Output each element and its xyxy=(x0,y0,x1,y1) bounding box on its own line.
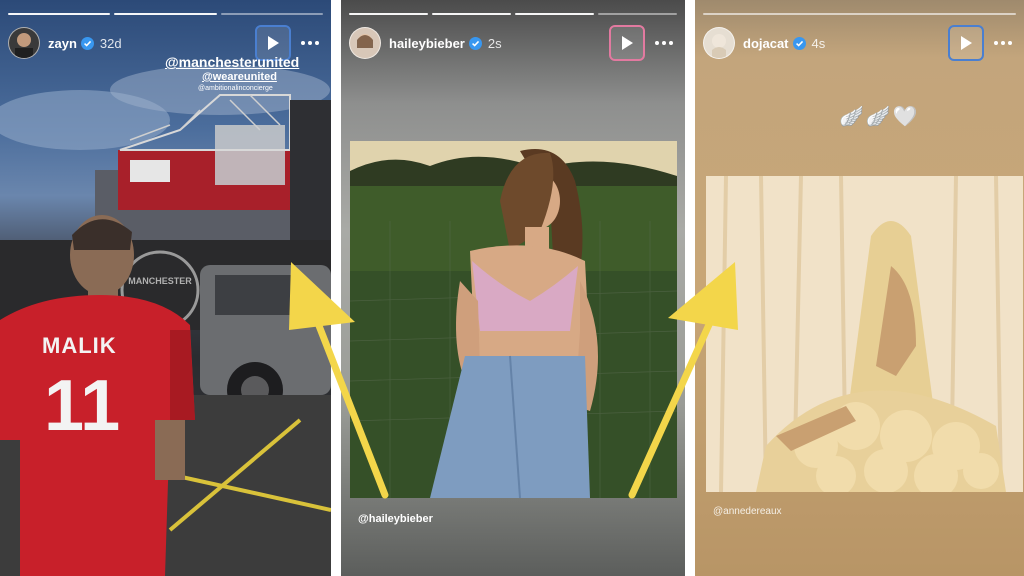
more-options-icon[interactable] xyxy=(297,33,323,53)
username[interactable]: zayn xyxy=(48,36,77,51)
play-icon xyxy=(961,36,972,50)
story-panel-zayn[interactable]: MANCHESTER MALIK 11 zayn 32d @manchester… xyxy=(0,0,331,576)
more-options-icon[interactable] xyxy=(990,33,1016,53)
timestamp: 2s xyxy=(487,35,502,51)
avatar[interactable] xyxy=(349,27,381,59)
story-panel-haileybieber[interactable]: haileybieber 2s @haileybieber xyxy=(341,0,685,576)
jersey-name: MALIK xyxy=(42,333,117,358)
more-options-icon[interactable] xyxy=(651,33,677,53)
story-photo-haileybieber xyxy=(350,141,677,498)
mention-sticker-concierge[interactable]: @ambitionalinconcierge xyxy=(198,85,273,92)
progress-segment xyxy=(8,13,111,15)
avatar[interactable] xyxy=(8,27,40,59)
progress-segment xyxy=(515,13,594,15)
play-button[interactable] xyxy=(609,25,645,61)
verified-badge-icon xyxy=(468,36,482,50)
username[interactable]: dojacat xyxy=(743,36,789,51)
timestamp: 32d xyxy=(99,35,122,51)
play-icon xyxy=(622,36,633,50)
jersey-number: 11 xyxy=(44,366,121,446)
story-progress xyxy=(349,13,677,16)
timestamp: 4s xyxy=(811,35,826,51)
play-button[interactable] xyxy=(948,25,984,61)
story-progress xyxy=(703,13,1016,16)
story-photo-zayn: MANCHESTER xyxy=(0,65,331,576)
play-icon xyxy=(268,36,279,50)
progress-segment xyxy=(114,13,217,15)
mention-haileybieber[interactable]: @haileybieber xyxy=(358,513,433,525)
progress-segment xyxy=(432,13,511,15)
mention-annedereaux[interactable]: @annedereaux xyxy=(713,506,782,517)
story-progress xyxy=(8,13,323,16)
progress-segment xyxy=(349,13,428,15)
svg-text:MANCHESTER: MANCHESTER xyxy=(128,276,192,286)
verified-badge-icon xyxy=(792,36,806,50)
mention-sticker-manchesterunited[interactable]: @manchesterunited xyxy=(165,54,299,70)
progress-segment xyxy=(598,13,677,15)
story-header: haileybieber 2s xyxy=(349,25,677,61)
verified-badge-icon xyxy=(80,36,94,50)
progress-segment xyxy=(220,13,323,15)
story-photo-dojacat xyxy=(706,176,1023,492)
mention-sticker-weareunited[interactable]: @weareunited xyxy=(202,71,277,83)
emoji-sticker: 🪽🪽🤍 xyxy=(839,104,920,128)
avatar[interactable] xyxy=(703,27,735,59)
progress-segment xyxy=(703,13,1016,15)
story-panel-dojacat[interactable]: dojacat 4s 🪽🪽🤍 @annedereaux xyxy=(695,0,1024,576)
username[interactable]: haileybieber xyxy=(389,36,465,51)
story-header: dojacat 4s xyxy=(703,25,1016,61)
